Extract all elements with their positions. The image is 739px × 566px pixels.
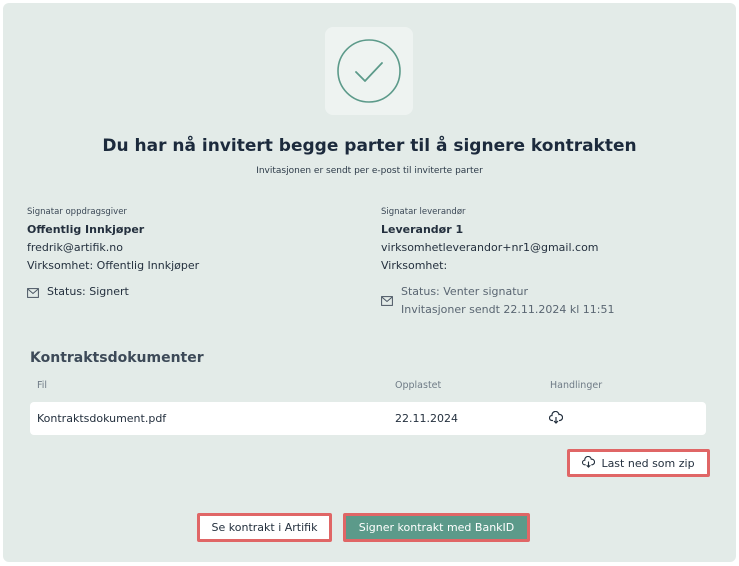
documents-heading: Kontraktsdokumenter [30,350,204,366]
success-badge [325,27,413,115]
column-header-uploaded: Opplastet [395,380,442,391]
column-header-file: Fil [37,380,48,391]
supplier-invited-text: Invitasjoner sendt 22.11.2024 kl 11:51 [401,303,615,316]
supplier-label: Signatar leverandør [381,207,466,217]
cloud-download-icon [582,455,596,471]
supplier-status-text: Status: Venter signatur [401,285,529,298]
download-zip-label: Last ned som zip [601,456,695,470]
client-status-text: Status: Signert [47,285,129,298]
client-label: Signatar oppdragsgiver [27,207,127,217]
check-circle-icon [337,39,401,103]
column-header-actions: Handlinger [550,380,603,391]
client-email: fredrik@artifik.no [27,241,123,254]
table-row: Kontraktsdokument.pdf 22.11.2024 [30,402,706,435]
client-signatory: Signatar oppdragsgiver Offentlig Innkjøp… [27,205,199,304]
supplier-company: Virksomhet: [381,259,448,272]
mail-icon [381,294,395,312]
client-name: Offentlig Innkjøper [27,223,145,236]
see-contract-button[interactable]: Se kontrakt i Artifik [197,513,332,542]
upload-date: 22.11.2024 [395,412,458,425]
file-name: Kontraktsdokument.pdf [37,412,167,425]
supplier-name: Leverandør 1 [381,223,464,236]
download-zip-button[interactable]: Last ned som zip [567,449,710,477]
sign-bankid-button[interactable]: Signer kontrakt med BankID [343,513,530,542]
client-status: Status: Signert [27,283,199,304]
supplier-signatory: Signatar leverandør Leverandør 1 virksom… [381,205,614,319]
page-subtitle: Invitasjonen er sendt per e-post til inv… [256,166,483,176]
supplier-email: virksomhetleverandor+nr1@gmail.com [381,241,599,254]
mail-icon [27,286,41,304]
page-title: Du har nå invitert begge parter til å si… [102,136,637,156]
client-company: Virksomhet: Offentlig Innkjøper [27,259,200,272]
cloud-download-icon[interactable] [548,410,564,427]
supplier-status: Status: Venter signatur Invitasjoner sen… [381,283,614,319]
